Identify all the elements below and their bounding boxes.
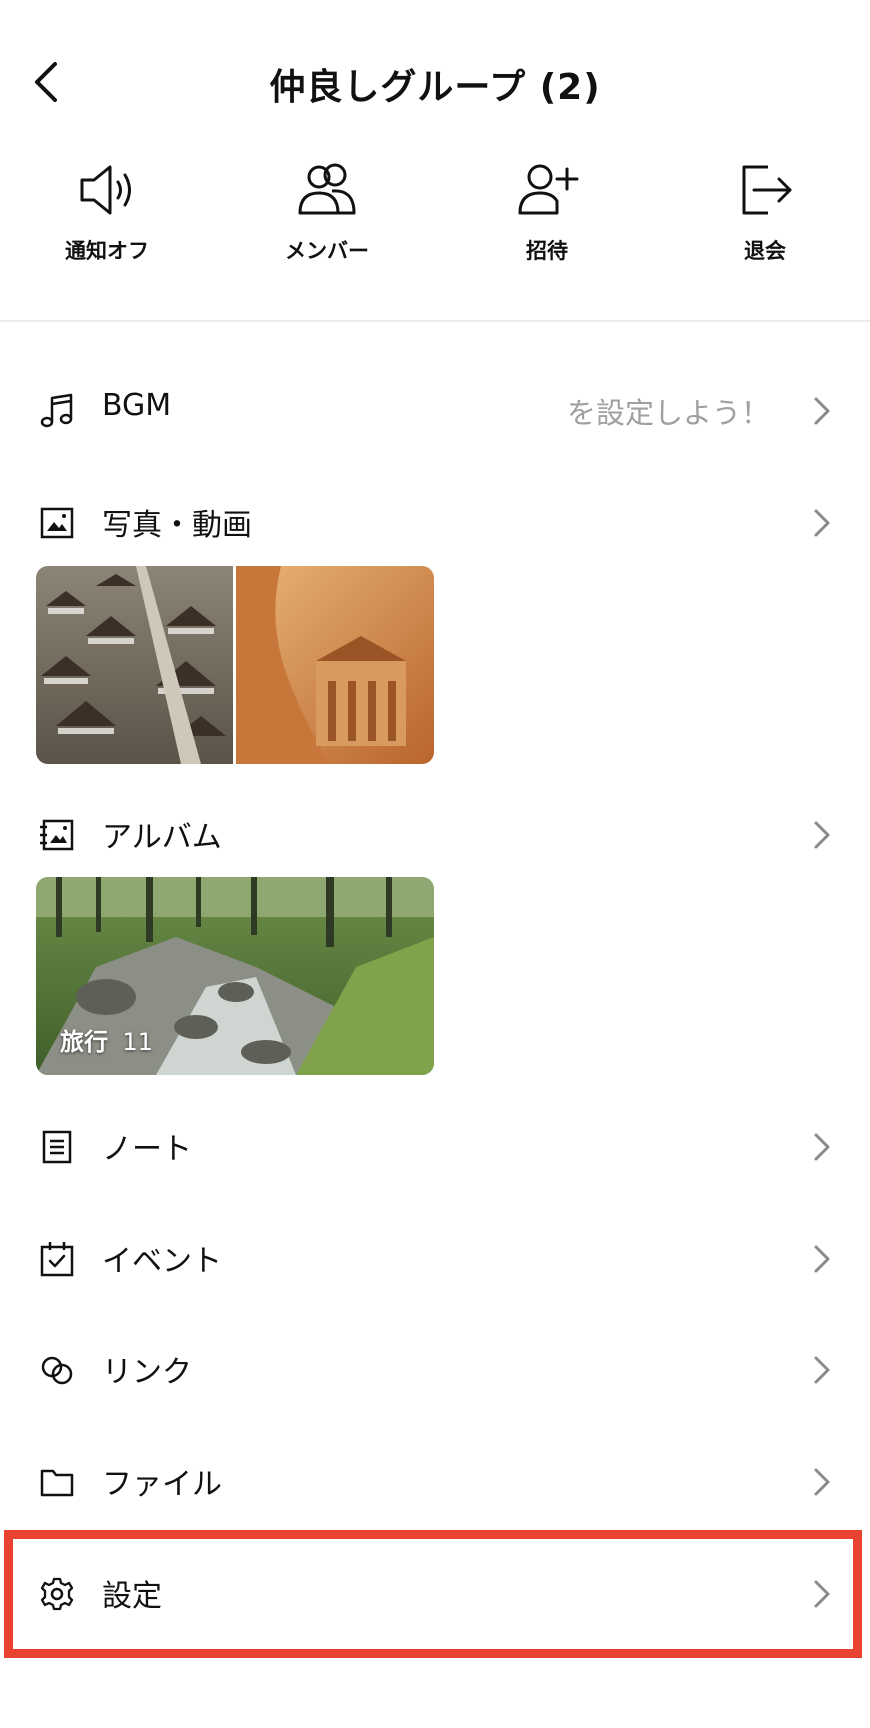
exit-icon [742,165,792,215]
chevron-right-icon [814,1245,830,1273]
chevron-right-icon [814,1468,830,1496]
photo-thumbnail[interactable] [36,566,233,764]
invite-label: 招待 [526,239,568,263]
menu-item-link[interactable]: リンク [0,1321,870,1417]
menu-item-album[interactable]: アルバム [0,786,870,882]
note-icon [42,1130,72,1164]
header: 仲良しグループ (2) [0,0,870,160]
invite-button[interactable]: 招待 [467,155,627,265]
menu-item-photos[interactable]: 写真・動画 [0,474,870,570]
menu-item-bgm[interactable]: BGM を設定しよう！ [0,362,870,458]
settings-highlight-box [4,1530,862,1658]
link-label: リンク [102,1355,192,1390]
album-icon [40,819,74,851]
leave-button[interactable]: 退会 [685,155,845,265]
mute-notifications-label: 通知オフ [65,239,149,263]
menu-item-note[interactable]: ノート [0,1098,870,1194]
calendar-icon [40,1242,74,1277]
album-card[interactable]: 旅行 11 [36,877,434,1075]
menu-item-event[interactable]: イベント [0,1210,870,1306]
bgm-label: BGM [102,388,172,423]
album-badge: 旅行 11 [60,1022,153,1057]
members-button[interactable]: メンバー [247,155,407,265]
add-user-icon [518,164,579,215]
event-label: イベント [102,1244,222,1279]
photo-thumbnail[interactable] [236,566,434,764]
menu-item-file[interactable]: ファイル [0,1433,870,1529]
mute-notifications-button[interactable]: 通知オフ [27,155,187,265]
photo-thumbnails [36,566,434,764]
album-label: アルバム [102,820,222,855]
photo-icon [40,507,74,539]
chevron-right-icon [814,1133,830,1161]
action-bar: 通知オフ メンバー 招待 退会 [0,155,870,275]
photos-label: 写真・動画 [102,508,252,543]
music-note-icon [40,393,73,428]
page-title: 仲良しグループ (2) [269,67,601,108]
members-label: メンバー [285,239,369,263]
speaker-icon [80,165,131,215]
album-title: 旅行 [60,1028,108,1056]
divider [0,320,870,322]
chevron-right-icon [814,509,830,537]
bgm-value: を設定しよう！ [566,396,770,430]
leave-label: 退会 [744,239,786,263]
folder-icon [40,1469,74,1497]
chevron-right-icon [814,1356,830,1384]
file-label: ファイル [102,1467,222,1502]
chevron-right-icon [814,397,830,425]
chevron-right-icon [814,821,830,849]
link-icon [41,1356,73,1385]
members-icon [298,163,356,215]
album-count: 11 [122,1028,153,1056]
note-label: ノート [102,1132,192,1167]
